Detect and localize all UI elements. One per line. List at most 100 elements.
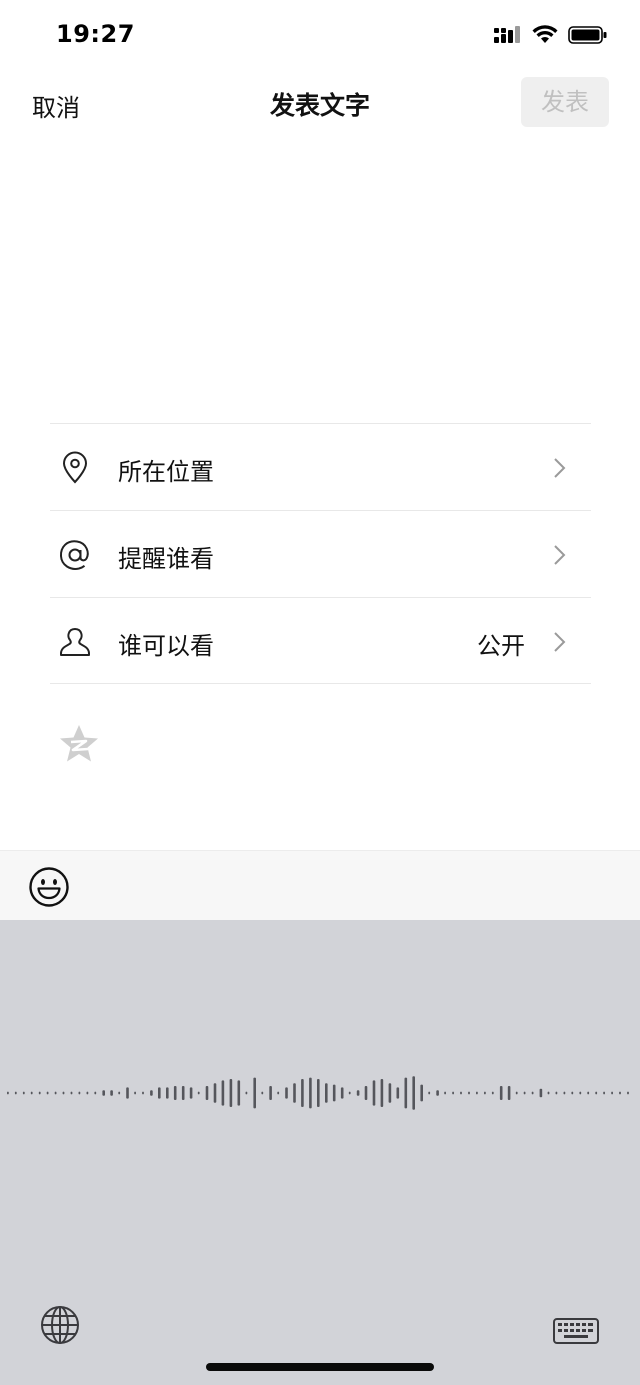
battery-icon (568, 26, 607, 44)
waveform-bar (332, 1084, 336, 1102)
waveform-bar (166, 1087, 169, 1099)
waveform-bar (444, 1091, 446, 1095)
waveform-bar (150, 1090, 153, 1096)
waveform-bar (412, 1076, 415, 1110)
waveform-bar (118, 1091, 121, 1095)
waveform-bar (579, 1091, 582, 1095)
option-visibility-label: 谁可以看 (118, 632, 214, 660)
waveform-bar (460, 1091, 462, 1095)
keyboard-icon[interactable] (553, 1318, 599, 1344)
waveform-bar (142, 1091, 144, 1095)
waveform-bar (428, 1091, 431, 1095)
status-icons (494, 22, 608, 48)
waveform-bar (14, 1091, 17, 1095)
waveform-bar (253, 1077, 256, 1109)
waveform-bar (396, 1087, 400, 1099)
waveform-bar (317, 1079, 320, 1107)
waveform-bar (102, 1090, 105, 1096)
chevron-right-icon (554, 632, 566, 652)
option-mention[interactable]: 提醒谁看 (50, 510, 591, 597)
waveform-bar (325, 1083, 328, 1103)
option-location-label: 所在位置 (118, 458, 214, 486)
waveform-bar (619, 1091, 621, 1095)
waveform-bar (404, 1077, 408, 1109)
waveform-bar (285, 1087, 288, 1099)
dictation-keyboard (0, 920, 640, 1385)
waveform-bar (340, 1087, 344, 1099)
waveform-bar (627, 1091, 629, 1095)
waveform-bar (70, 1091, 73, 1095)
waveform-bar (221, 1080, 225, 1106)
option-location[interactable]: 所在位置 (50, 423, 591, 510)
waveform-bar (515, 1091, 518, 1095)
post-text-input[interactable] (0, 140, 640, 420)
waveform-bar (603, 1091, 605, 1095)
person-icon (60, 628, 90, 656)
status-bar: 19:27 (0, 0, 640, 70)
option-visibility[interactable]: 谁可以看 公开 (50, 597, 591, 684)
waveform-bar (173, 1086, 177, 1100)
waveform-bar (22, 1091, 25, 1095)
waveform-bar (476, 1091, 478, 1095)
waveform-bar (269, 1086, 272, 1100)
option-visibility-value: 公开 (477, 632, 525, 660)
waveform-bar (436, 1090, 439, 1096)
waveform-bar (38, 1091, 41, 1095)
post-button[interactable]: 发表 (521, 77, 609, 127)
waveform-bar (348, 1091, 351, 1095)
status-time: 19:27 (56, 20, 135, 48)
home-indicator (206, 1363, 434, 1371)
waveform-bar (86, 1091, 89, 1095)
waveform-bar (372, 1080, 376, 1106)
post-options-list: 所在位置 提醒谁看 谁可以看 公开 (50, 423, 591, 684)
waveform-bar (587, 1091, 590, 1095)
smiley-face-icon[interactable] (28, 866, 70, 908)
waveform-bar (78, 1091, 81, 1095)
qzone-star-icon[interactable] (58, 724, 100, 764)
location-pin-icon (62, 451, 88, 484)
waveform-bar (499, 1086, 503, 1100)
waveform-bar (388, 1083, 392, 1103)
waveform-bar (213, 1083, 217, 1103)
cellular-signal-icon (494, 26, 520, 43)
waveform-bar (420, 1084, 423, 1102)
waveform-bar (30, 1091, 33, 1095)
waveform-bar (7, 1091, 9, 1095)
waveform-bar (491, 1091, 494, 1095)
waveform-bar (189, 1087, 193, 1099)
waveform-bar (484, 1091, 486, 1095)
waveform-bar (181, 1086, 185, 1100)
dictation-waveform (7, 1076, 629, 1110)
waveform-bar (468, 1091, 470, 1095)
waveform-bar (229, 1079, 233, 1107)
waveform-bar (134, 1091, 136, 1095)
chevron-right-icon (554, 458, 566, 478)
waveform-bar (539, 1088, 543, 1098)
waveform-bar (563, 1091, 566, 1095)
waveform-bar (523, 1091, 526, 1095)
waveform-bar (571, 1091, 574, 1095)
globe-icon[interactable] (40, 1305, 80, 1345)
waveform-bar (277, 1091, 280, 1095)
waveform-bar (245, 1091, 248, 1095)
waveform-bar (380, 1079, 384, 1107)
waveform-bar (62, 1091, 65, 1095)
waveform-bar (293, 1083, 296, 1103)
waveform-bar (205, 1086, 209, 1100)
waveform-bar (555, 1091, 558, 1095)
waveform-bar (158, 1087, 161, 1099)
at-sign-icon (59, 540, 89, 570)
option-mention-label: 提醒谁看 (118, 545, 214, 573)
waveform-bar (94, 1091, 97, 1095)
nav-bar: 取消 发表文字 发表 (0, 72, 640, 134)
waveform-bar (309, 1077, 312, 1109)
waveform-bar (356, 1090, 360, 1096)
waveform-bar (452, 1091, 454, 1095)
input-toolbar (0, 850, 640, 920)
waveform-bar (364, 1086, 368, 1100)
waveform-bar (126, 1087, 129, 1099)
waveform-bar (46, 1091, 49, 1095)
waveform-bar (110, 1090, 113, 1096)
waveform-bar (611, 1091, 613, 1095)
waveform-bar (237, 1080, 241, 1106)
